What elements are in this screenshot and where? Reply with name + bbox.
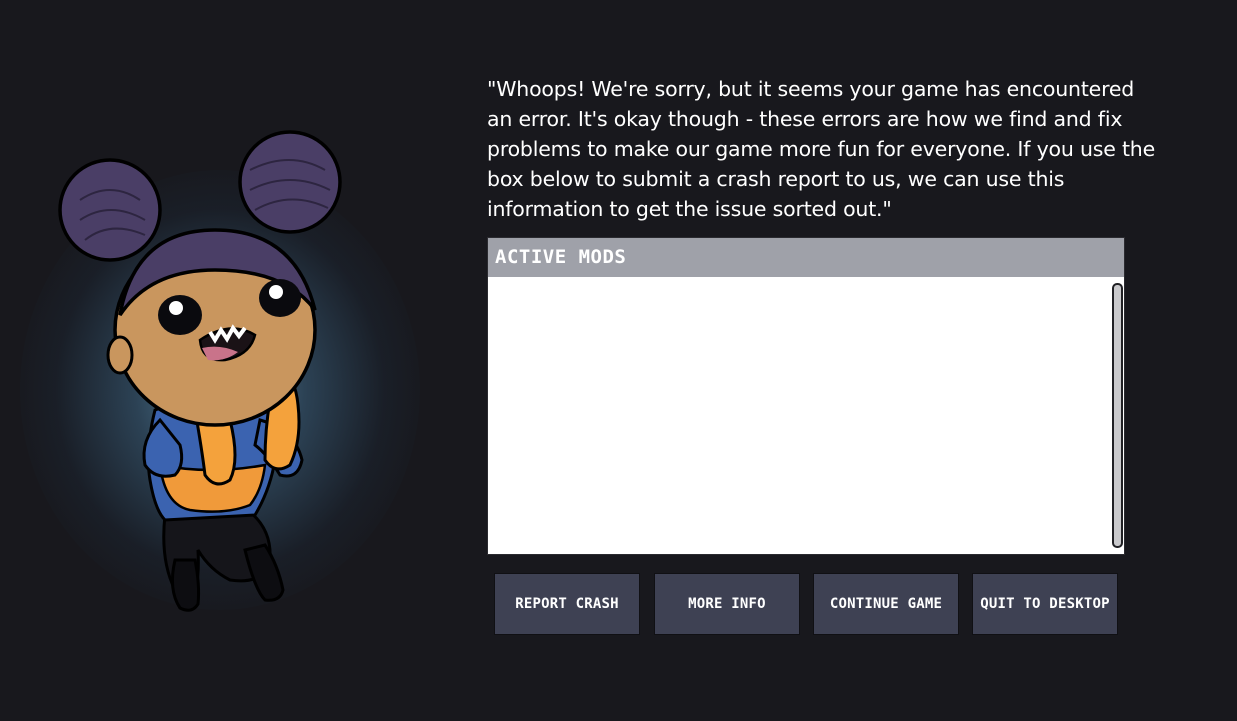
more-info-button[interactable]: MORE INFO bbox=[654, 573, 800, 635]
report-crash-button[interactable]: REPORT CRASH bbox=[494, 573, 640, 635]
crash-message: "Whoops! We're sorry, but it seems your … bbox=[487, 77, 1156, 221]
worried-duplicant-illustration bbox=[58, 130, 342, 612]
quit-to-desktop-button[interactable]: QUIT TO DESKTOP bbox=[972, 573, 1118, 635]
mods-scrollbar[interactable] bbox=[1112, 283, 1123, 548]
active-mods-list[interactable] bbox=[488, 277, 1124, 554]
continue-game-button[interactable]: CONTINUE GAME bbox=[813, 573, 959, 635]
active-mods-panel: ACTIVE MODS bbox=[487, 237, 1125, 555]
active-mods-header: ACTIVE MODS bbox=[488, 238, 1124, 277]
crash-screen: "Whoops! We're sorry, but it seems your … bbox=[0, 0, 1237, 721]
